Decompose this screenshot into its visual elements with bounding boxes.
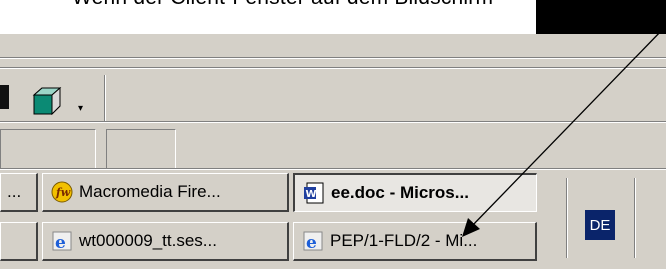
annotation-arrow: [462, 27, 665, 237]
